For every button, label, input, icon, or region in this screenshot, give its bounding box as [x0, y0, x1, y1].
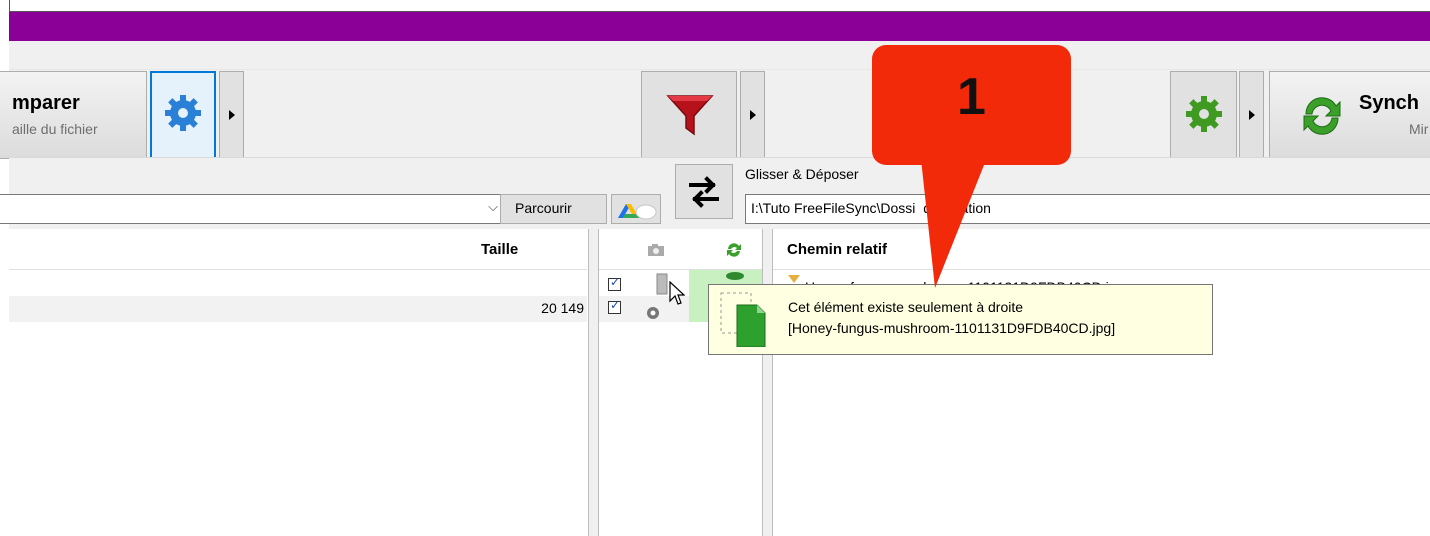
app-window: mparer aille du fichier Synch Mir ⌵ Parc…: [0, 0, 1430, 536]
annotation-number: 1: [957, 68, 986, 126]
gear-icon: [165, 95, 201, 131]
chevron-down-icon[interactable]: ⌵: [488, 199, 498, 215]
sync-settings-button[interactable]: [1170, 71, 1237, 159]
chevron-right-icon: [229, 110, 235, 120]
filter-button[interactable]: [641, 71, 737, 159]
synchronize-button-subtitle: Mir: [1409, 121, 1429, 137]
tooltip-line-1: Cet élément existe seulement à droite: [788, 299, 1024, 315]
sync-arrows-icon[interactable]: [725, 241, 743, 259]
sync-settings-dropdown-button[interactable]: [1239, 71, 1264, 159]
left-splitter[interactable]: [588, 229, 599, 536]
camera-icon[interactable]: [647, 243, 665, 257]
browse-button[interactable]: Parcourir: [500, 194, 607, 224]
row-checkbox[interactable]: [608, 298, 621, 314]
right-splitter[interactable]: [762, 229, 773, 536]
swap-arrows-icon: [689, 176, 719, 208]
synchronize-button[interactable]: Synch Mir: [1269, 71, 1430, 159]
sync-arrows-icon: [1303, 97, 1341, 135]
right-grid-header: Chemin relatif: [773, 229, 1430, 270]
tooltip-line-2: [Honey-fungus-mushroom-1101131D9FDB40CD.…: [788, 320, 1116, 336]
browse-button-label: Parcourir: [515, 200, 572, 216]
middle-grid-header: [599, 229, 762, 270]
toolbar: mparer aille du fichier Synch Mir: [0, 41, 1430, 159]
title-bar: [9, 11, 1430, 42]
left-grid-header: Taille: [9, 229, 587, 270]
file-exists-right-icon: [720, 292, 766, 347]
right-folder-path-input[interactable]: I:\Tuto FreeFileSync\Dossi destination: [745, 194, 1430, 224]
left-folder-path-input[interactable]: ⌵: [0, 194, 507, 224]
storage-icon: [726, 272, 744, 280]
cloud-drive-icon: [618, 204, 657, 220]
settings-small-icon: [647, 307, 659, 319]
left-row-size: 20 149: [541, 300, 584, 316]
row-checkbox[interactable]: [608, 275, 621, 291]
annotation-pointer: [920, 150, 990, 288]
left-size-column-header[interactable]: Taille: [481, 241, 518, 258]
swap-sides-button[interactable]: [675, 164, 733, 219]
toolbar-buttons-area: mparer aille du fichier Synch Mir: [0, 69, 1430, 159]
annotation-badge: 1: [872, 45, 1071, 165]
compare-button[interactable]: mparer aille du fichier: [0, 71, 147, 159]
synchronize-button-title: Synch: [1359, 92, 1420, 114]
funnel-icon: [666, 95, 714, 136]
file-category-icon: [656, 273, 668, 295]
mouse-cursor-icon: [669, 281, 685, 305]
compare-button-title: mparer: [12, 92, 80, 114]
chevron-right-icon: [1249, 110, 1255, 120]
compare-button-subtitle: aille du fichier: [12, 121, 98, 137]
tooltip: Cet élément existe seulement à droite [H…: [708, 284, 1213, 355]
table-row[interactable]: 20 149: [9, 296, 587, 322]
folder-path-row: ⌵ Parcourir Glisser & Déposer I:\Tuto Fr…: [0, 157, 1430, 230]
file-grid-area: Taille 20 149 ✓ ✓ Chemin relatif: [9, 229, 1430, 536]
compare-settings-button[interactable]: [150, 71, 216, 159]
filter-dropdown-button[interactable]: [740, 71, 765, 159]
chevron-right-icon: [750, 110, 756, 120]
gear-icon: [1186, 96, 1222, 132]
cloud-button[interactable]: [611, 194, 661, 224]
drag-drop-label: Glisser & Déposer: [745, 166, 859, 182]
right-relative-path-column-header[interactable]: Chemin relatif: [787, 241, 887, 258]
compare-dropdown-button[interactable]: [219, 71, 244, 159]
